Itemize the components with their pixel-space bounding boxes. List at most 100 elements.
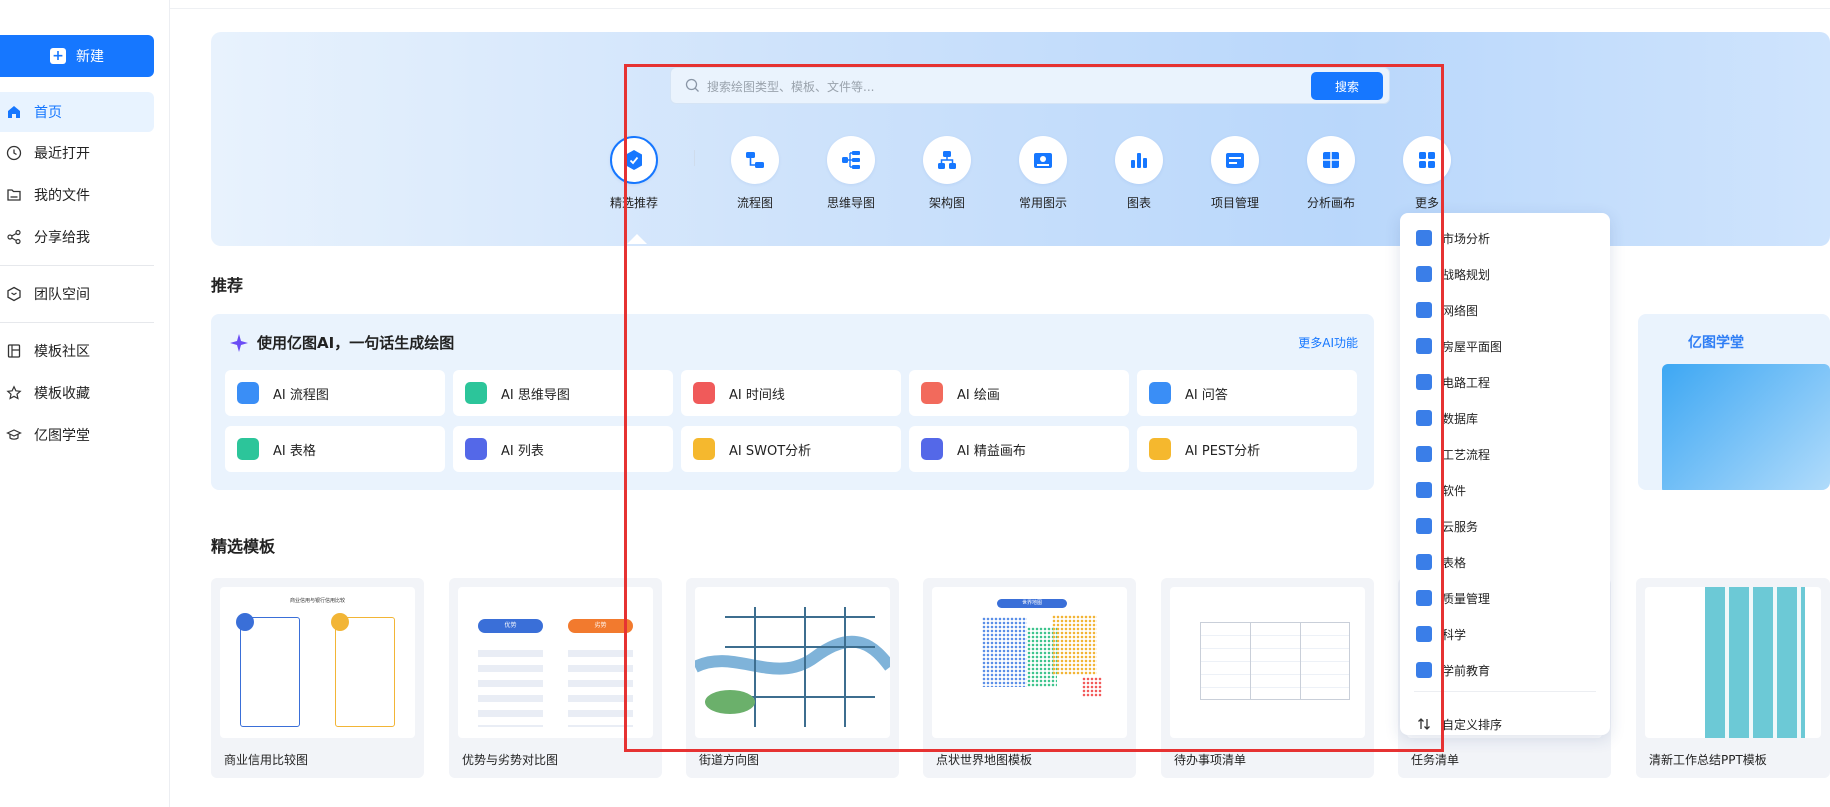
dropdown-divider [1414, 691, 1596, 692]
category-label: 项目管理 [1210, 196, 1259, 210]
category-analysis-canvas[interactable]: 分析画布 [1291, 136, 1371, 211]
sidebar-item-recent[interactable]: 最近打开 [0, 133, 154, 173]
dropdown-item-icon [1416, 230, 1432, 246]
ai-feature-card[interactable]: AI 问答 [1137, 370, 1357, 416]
ai-feature-icon [465, 438, 487, 460]
dropdown-item-label: 房屋平面图 [1442, 339, 1503, 354]
academy-promo[interactable]: 亿图学堂 [1638, 314, 1830, 490]
template-card[interactable]: 世界地图 点状世界地图模板 [923, 578, 1136, 778]
ai-feature-icon [921, 438, 943, 460]
dropdown-item[interactable]: 质量管理 [1400, 583, 1610, 613]
category-chart[interactable]: 图表 [1099, 136, 1179, 211]
dropdown-item[interactable]: 战略规划 [1400, 259, 1610, 289]
category-common-diagram[interactable]: 常用图示 [1003, 136, 1083, 211]
dropdown-item[interactable]: 工艺流程 [1400, 439, 1610, 469]
new-button-label: 新建 [76, 49, 104, 65]
sidebar-item-template-community[interactable]: 模板社区 [0, 331, 154, 371]
category-label: 架构图 [928, 196, 965, 210]
search-icon [685, 78, 699, 92]
dropdown-item[interactable]: 数据库 [1400, 403, 1610, 433]
ai-feature-label: AI PEST分析 [1185, 443, 1261, 459]
ai-feature-icon [465, 382, 487, 404]
ai-feature-card[interactable]: AI SWOT分析 [681, 426, 901, 472]
template-thumbnail [1645, 587, 1821, 738]
ai-feature-icon [237, 438, 259, 460]
ai-feature-card[interactable]: AI 精益画布 [909, 426, 1129, 472]
section-title-templates: 精选模板 [211, 537, 276, 556]
ai-feature-card[interactable]: AI 绘画 [909, 370, 1129, 416]
more-ai-link[interactable]: 更多AI功能 [1298, 334, 1358, 351]
sidebar-item-label: 首页 [34, 105, 62, 121]
template-thumbnail: 商业信用与银行信用比较 [220, 587, 415, 738]
flowchart-icon [746, 152, 764, 168]
new-button[interactable]: + 新建 [0, 35, 154, 77]
category-more[interactable]: 更多 [1387, 136, 1467, 211]
dropdown-item-icon [1416, 266, 1432, 282]
grid-icon [1419, 152, 1435, 168]
dropdown-item[interactable]: 软件 [1400, 475, 1610, 505]
sidebar-item-home[interactable]: 首页 [0, 92, 154, 132]
dropdown-item[interactable]: 房屋平面图 [1400, 331, 1610, 361]
ai-feature-icon [693, 438, 715, 460]
search-button[interactable]: 搜索 [1311, 72, 1383, 100]
ai-feature-label: AI 时间线 [729, 387, 785, 403]
sidebar-item-template-favorites[interactable]: 模板收藏 [0, 373, 154, 413]
template-card[interactable]: 商业信用与银行信用比较 商业信用比较图 [211, 578, 424, 778]
dropdown-item[interactable]: 学前教育 [1400, 655, 1610, 685]
dropdown-item[interactable]: 科学 [1400, 619, 1610, 649]
sidebar-item-label: 最近打开 [34, 146, 90, 162]
template-name: 任务清单 [1411, 753, 1460, 767]
ai-feature-card[interactable]: AI 流程图 [225, 370, 445, 416]
category-mindmap[interactable]: 思维导图 [811, 136, 891, 211]
template-thumbnail [1170, 587, 1365, 738]
ai-feature-card[interactable]: AI 思维导图 [453, 370, 673, 416]
category-flowchart[interactable]: 流程图 [715, 136, 795, 211]
promo-image [1662, 364, 1830, 490]
category-org-chart[interactable]: 架构图 [907, 136, 987, 211]
ai-feature-card[interactable]: AI 表格 [225, 426, 445, 472]
sidebar-item-shared[interactable]: 分享给我 [0, 217, 154, 257]
ai-feature-card[interactable]: AI 列表 [453, 426, 673, 472]
search-input[interactable]: 搜索绘图类型、模板、文件等... [707, 78, 874, 95]
sidebar-item-team[interactable]: 团队空间 [0, 274, 154, 314]
folder-icon [7, 189, 21, 201]
dropdown-item-icon [1416, 482, 1432, 498]
dropdown-item[interactable]: 市场分析 [1400, 223, 1610, 253]
template-card[interactable]: 清新工作总结PPT模板 [1636, 578, 1830, 778]
custom-sort-item[interactable]: 自定义排序 [1400, 709, 1610, 739]
template-name: 优势与劣势对比图 [462, 753, 559, 767]
dropdown-item-label: 数据库 [1442, 411, 1479, 426]
ai-feature-label: AI 表格 [273, 443, 316, 459]
thumb-title: 商业信用与银行信用比较 [289, 598, 345, 604]
category-label: 流程图 [736, 196, 773, 210]
sidebar-item-label: 模板收藏 [34, 386, 90, 402]
team-icon [7, 286, 21, 302]
featured-icon [626, 150, 642, 170]
org-chart-icon [938, 151, 956, 169]
category-label: 思维导图 [826, 196, 875, 210]
dropdown-item-icon [1416, 446, 1432, 462]
category-project[interactable]: 项目管理 [1195, 136, 1275, 211]
ai-feature-card[interactable]: AI 时间线 [681, 370, 901, 416]
dropdown-item-icon [1416, 518, 1432, 534]
category-featured[interactable]: 精选推荐 [594, 136, 674, 211]
template-card[interactable]: 街道方向图 [686, 578, 899, 778]
sidebar-item-my-files[interactable]: 我的文件 [0, 175, 154, 215]
ai-feature-card[interactable]: AI PEST分析 [1137, 426, 1357, 472]
ai-feature-label: AI 绘画 [957, 387, 1000, 403]
thumb-tag-left: 优势 [478, 619, 543, 633]
dropdown-item[interactable]: 电路工程 [1400, 367, 1610, 397]
section-title-recommend: 推荐 [211, 276, 244, 295]
search-bar[interactable]: 搜索绘图类型、模板、文件等... 搜索 [670, 67, 1390, 104]
template-name: 清新工作总结PPT模板 [1649, 753, 1767, 767]
sidebar: + 新建 首页 最近打开 我的文件 分享给我 团队空间 模板社区 模板收藏 亿图… [0, 0, 170, 807]
dropdown-item[interactable]: 网络图 [1400, 295, 1610, 325]
dropdown-item-icon [1416, 554, 1432, 570]
dropdown-item-label: 市场分析 [1442, 231, 1491, 246]
dropdown-item[interactable]: 表格 [1400, 547, 1610, 577]
dropdown-item[interactable]: 云服务 [1400, 511, 1610, 541]
template-card[interactable]: 待办事项清单 [1161, 578, 1374, 778]
sidebar-item-academy[interactable]: 亿图学堂 [0, 415, 154, 455]
dropdown-item-label: 学前教育 [1442, 663, 1491, 678]
template-card[interactable]: 优势 劣势 优势与劣势对比图 [449, 578, 662, 778]
